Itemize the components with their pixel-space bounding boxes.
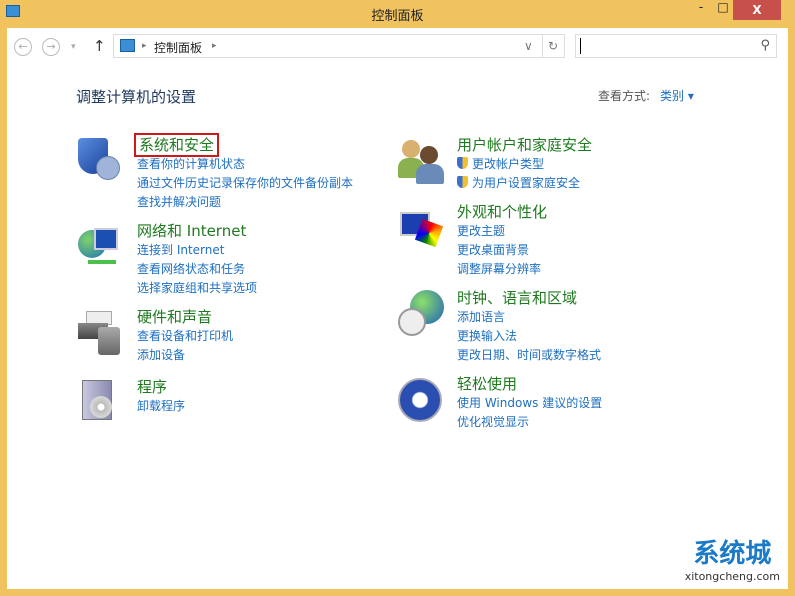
link[interactable]: 更改桌面背景 (457, 241, 547, 260)
category-title[interactable]: 用户帐户和家庭安全 (457, 136, 592, 155)
link[interactable]: 更改帐户类型 (457, 155, 592, 174)
uac-shield-icon (457, 157, 468, 169)
page-title: 调整计算机的设置 (76, 88, 197, 106)
category-title[interactable]: 外观和个性化 (457, 203, 547, 222)
watermark-url: xitongcheng.com (684, 570, 780, 583)
category-programs: 程序 卸载程序 (137, 378, 185, 416)
link[interactable]: 使用 Windows 建议的设置 (457, 394, 602, 413)
link[interactable]: 更改日期、时间或数字格式 (457, 346, 601, 365)
link[interactable]: 查看设备和打印机 (137, 327, 233, 346)
category-ease-of-access: 轻松使用 使用 Windows 建议的设置 优化视觉显示 (457, 375, 602, 432)
link[interactable]: 查找并解决问题 (137, 193, 353, 212)
divider (542, 35, 543, 57)
link[interactable]: 添加设备 (137, 346, 233, 365)
view-by-label: 查看方式: (598, 89, 651, 103)
link[interactable]: 卸载程序 (137, 397, 185, 416)
category-network-internet: 网络和 Internet 连接到 Internet 查看网络状态和任务 选择家庭… (137, 222, 257, 298)
recent-locations-button[interactable]: ▾ (71, 42, 76, 52)
category-title[interactable]: 轻松使用 (457, 375, 602, 394)
clock-globe-icon[interactable] (398, 290, 444, 336)
category-title[interactable]: 硬件和声音 (137, 308, 233, 327)
back-button[interactable]: ← (14, 38, 32, 56)
breadcrumb-separator: ▸ (142, 41, 147, 51)
link[interactable]: 选择家庭组和共享选项 (137, 279, 257, 298)
up-button[interactable]: ↑ (93, 37, 106, 55)
link[interactable]: 通过文件历史记录保存你的文件备份副本 (137, 174, 353, 193)
uac-shield-icon (457, 176, 468, 188)
control-panel-window: ← → ▾ ↑ ▸ 控制面板 ▸ ∨ ↻ ⚲ 调整计算机的设置 查看方式: 类别 … (7, 28, 788, 589)
window-title: 控制面板 (371, 9, 424, 24)
category-system-security: 系统和安全 查看你的计算机状态 通过文件历史记录保存你的文件备份副本 查找并解决… (133, 133, 353, 212)
breadcrumb-control-panel[interactable]: 控制面板 (154, 39, 202, 56)
globe-network-icon[interactable] (76, 224, 122, 270)
users-icon[interactable] (398, 138, 444, 184)
category-clock-region: 时钟、语言和区域 添加语言 更换输入法 更改日期、时间或数字格式 (457, 289, 601, 365)
link[interactable]: 调整屏幕分辨率 (457, 260, 547, 279)
link[interactable]: 添加语言 (457, 308, 601, 327)
forward-button[interactable]: → (42, 38, 60, 56)
address-bar[interactable]: ▸ 控制面板 ▸ ∨ ↻ (113, 34, 565, 58)
link[interactable]: 优化视觉显示 (457, 413, 602, 432)
close-button[interactable]: X (733, 0, 781, 20)
link[interactable]: 为用户设置家庭安全 (457, 174, 592, 193)
ease-of-access-icon[interactable] (398, 378, 444, 424)
watermark-name: 系统城 (693, 539, 772, 569)
watermark-logo: 系统城 xitongcheng.com (685, 533, 780, 583)
category-title[interactable]: 系统和安全 (133, 133, 220, 157)
text-cursor (580, 38, 581, 54)
control-panel-icon (120, 39, 135, 52)
view-by: 查看方式: 类别 ▾ (598, 87, 694, 104)
view-by-dropdown[interactable]: 类别 ▾ (660, 89, 694, 103)
monitor-palette-icon[interactable] (398, 208, 444, 254)
link[interactable]: 更改主题 (457, 222, 547, 241)
address-dropdown-button[interactable]: ∨ (524, 39, 533, 53)
link[interactable]: 更换输入法 (457, 327, 601, 346)
title-bar: 控制面板 - □ X (0, 0, 795, 28)
category-title[interactable]: 程序 (137, 378, 185, 397)
category-title[interactable]: 时钟、语言和区域 (457, 289, 601, 308)
search-input[interactable]: ⚲ (575, 34, 777, 58)
refresh-button[interactable]: ↻ (548, 39, 558, 53)
link[interactable]: 查看你的计算机状态 (137, 155, 353, 174)
programs-box-icon[interactable] (76, 378, 122, 424)
printer-speaker-icon[interactable] (76, 311, 122, 357)
category-user-accounts: 用户帐户和家庭安全 更改帐户类型 为用户设置家庭安全 (457, 136, 592, 193)
search-icon[interactable]: ⚲ (760, 38, 770, 53)
link[interactable]: 连接到 Internet (137, 241, 257, 260)
shield-chart-icon[interactable] (76, 136, 122, 182)
minimize-button[interactable]: - (690, 0, 712, 20)
category-hardware-sound: 硬件和声音 查看设备和打印机 添加设备 (137, 308, 233, 365)
maximize-button[interactable]: □ (712, 0, 734, 20)
category-appearance: 外观和个性化 更改主题 更改桌面背景 调整屏幕分辨率 (457, 203, 547, 279)
link[interactable]: 查看网络状态和任务 (137, 260, 257, 279)
breadcrumb-separator[interactable]: ▸ (212, 41, 217, 51)
category-title[interactable]: 网络和 Internet (137, 222, 257, 241)
